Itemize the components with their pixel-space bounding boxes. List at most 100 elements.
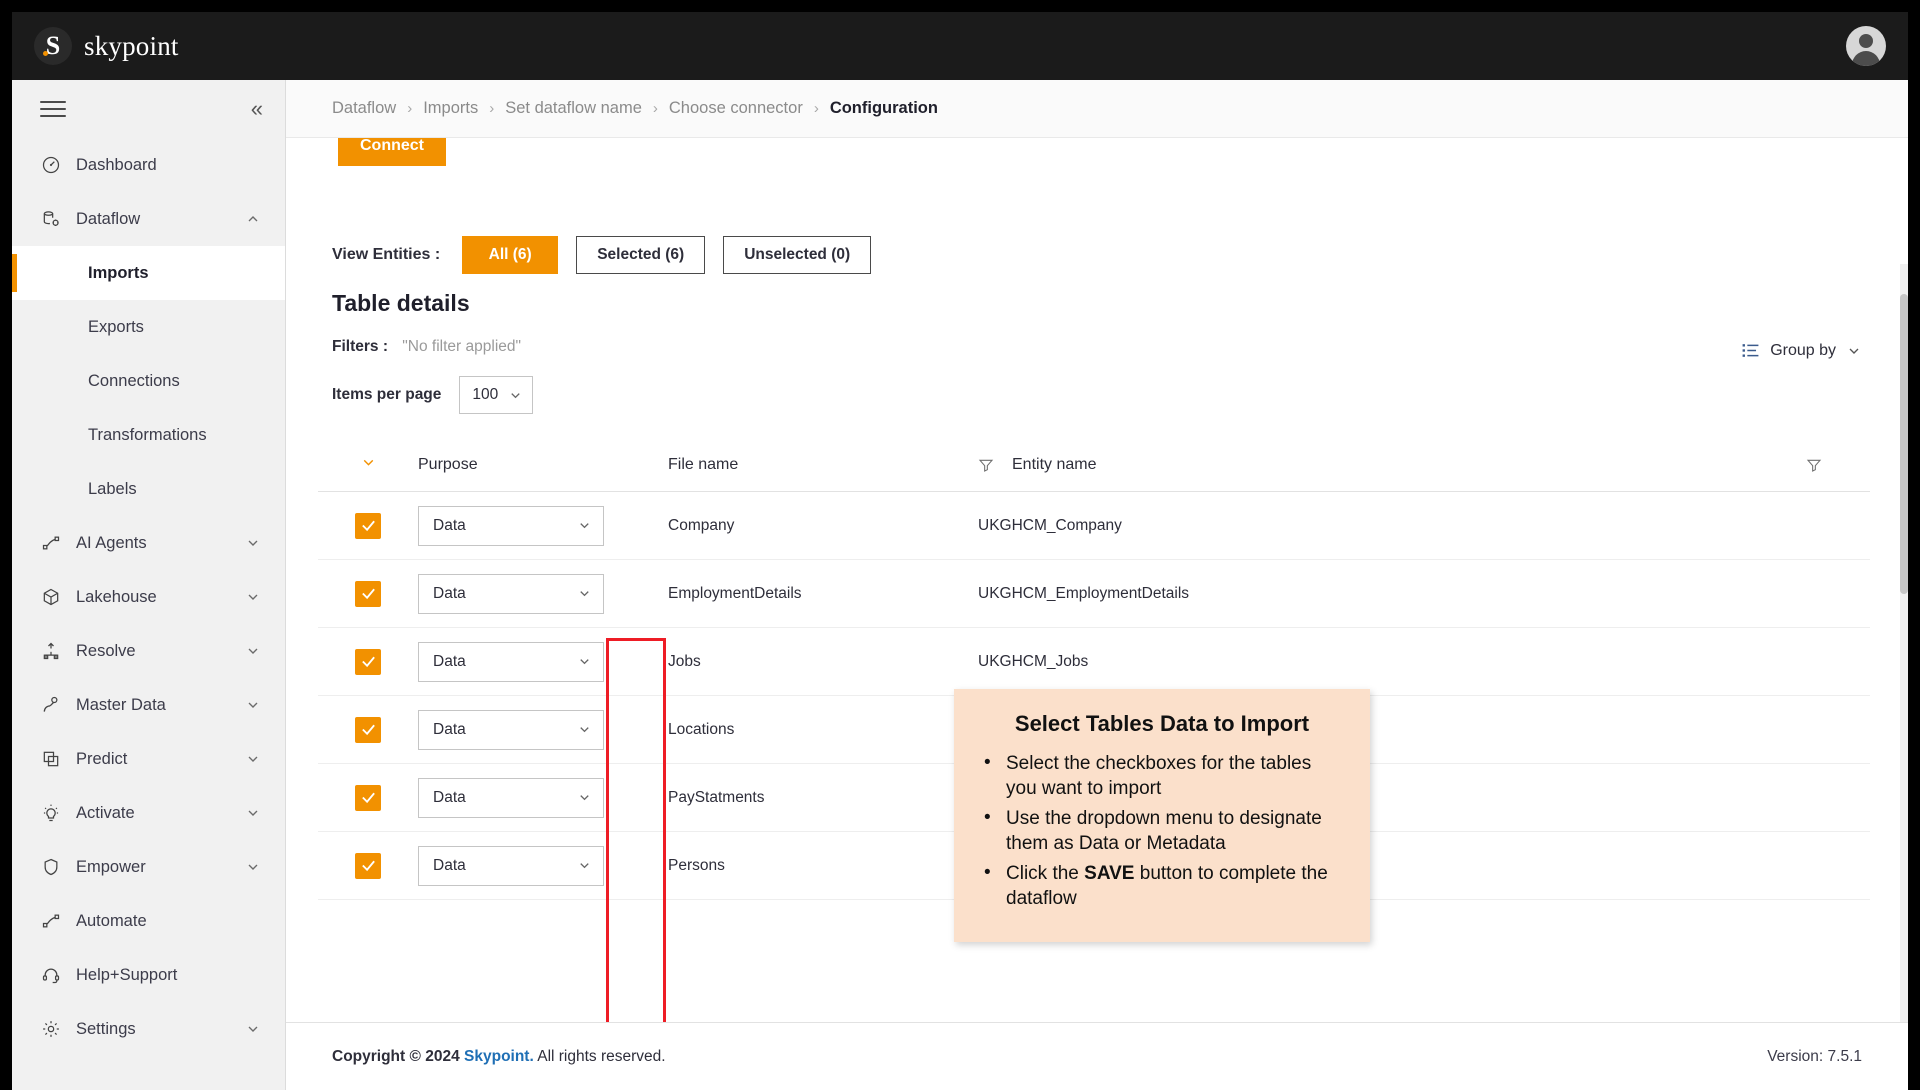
ai-agents-icon	[40, 532, 62, 554]
sidebar-item-label: AI Agents	[76, 533, 147, 552]
automate-icon	[40, 910, 62, 932]
purpose-value: Data	[433, 584, 466, 602]
purpose-select[interactable]: Data	[418, 845, 604, 886]
sidebar-item-dashboard[interactable]: Dashboard	[12, 138, 285, 192]
avatar-head	[1859, 34, 1873, 48]
logo-dot	[43, 51, 48, 56]
purpose-select[interactable]: Data	[418, 641, 604, 682]
sidebar-item-predict[interactable]: Predict	[12, 732, 285, 786]
filter-funnel-icon[interactable]	[978, 457, 994, 473]
row-checkbox[interactable]	[355, 784, 381, 811]
user-avatar-icon[interactable]	[1846, 26, 1886, 66]
row-checkbox[interactable]	[355, 852, 381, 879]
callout-title: Select Tables Data to Import	[1014, 711, 1310, 736]
sidebar-item-empower[interactable]: Empower	[12, 840, 285, 894]
chevron-down-icon	[1846, 343, 1862, 359]
row-checkbox-cell	[318, 716, 418, 743]
sidebar-item-dataflow[interactable]: Dataflow	[12, 192, 285, 246]
file-name-cell: PayStatments	[668, 788, 765, 806]
breadcrumb-item-imports[interactable]: Imports	[423, 99, 478, 118]
items-per-page-label: Items per page	[332, 386, 442, 403]
copyright-text: Copyright © 2024 Skypoint. All rights re…	[332, 1048, 666, 1066]
group-by-label: Group by	[1770, 341, 1836, 359]
breadcrumb-item-choose-connector[interactable]: Choose connector	[669, 99, 803, 118]
row-checkbox[interactable]	[355, 512, 381, 539]
breadcrumb-separator-icon: ›	[813, 100, 819, 117]
row-checkbox[interactable]	[355, 580, 381, 607]
purpose-cell: Data	[418, 777, 668, 818]
view-entities-label: View Entities :	[332, 246, 441, 263]
chevron-down-icon[interactable]	[245, 697, 261, 713]
group-by-button[interactable]: Group by	[1741, 341, 1862, 360]
purpose-select[interactable]: Data	[418, 573, 604, 614]
chevron-up-icon[interactable]	[245, 211, 261, 227]
hamburger-menu-icon[interactable]	[40, 96, 66, 122]
sidebar-item-labels[interactable]: Labels	[12, 462, 285, 516]
purpose-select[interactable]: Data	[418, 777, 604, 818]
purpose-cell: Data	[418, 641, 668, 682]
purpose-cell: Data	[418, 709, 668, 750]
row-checkbox[interactable]	[355, 648, 381, 675]
filter-tab-selected[interactable]: Selected (6)	[576, 236, 706, 274]
chevron-down-icon[interactable]	[245, 535, 261, 551]
purpose-select[interactable]: Data	[418, 709, 604, 750]
sidebar-item-transformations[interactable]: Transformations	[12, 408, 285, 462]
sidebar-item-activate[interactable]: Activate	[12, 786, 285, 840]
chevron-down-icon[interactable]	[245, 1021, 261, 1037]
scrollbar-thumb[interactable]	[1900, 294, 1908, 594]
brand-logo[interactable]: S skypoint	[34, 27, 179, 65]
connect-button[interactable]: Connect	[338, 138, 446, 166]
chevron-down-icon[interactable]	[245, 643, 261, 659]
sidebar-item-help-support[interactable]: Help+Support	[12, 948, 285, 1002]
sidebar-item-label: Master Data	[76, 695, 166, 714]
skypoint-link[interactable]: Skypoint.	[464, 1048, 534, 1065]
breadcrumb-item-dataflow[interactable]: Dataflow	[332, 99, 396, 118]
copy-squares-icon	[40, 748, 62, 770]
column-header-file-name-label: File name	[668, 455, 739, 473]
sidebar-item-lakehouse[interactable]: Lakehouse	[12, 570, 285, 624]
sidebar-item-label: Dashboard	[76, 155, 157, 174]
sidebar-item-ai-agents[interactable]: AI Agents	[12, 516, 285, 570]
purpose-select[interactable]: Data	[418, 505, 604, 546]
filter-tab-unselected[interactable]: Unselected (0)	[723, 236, 872, 274]
filter-funnel-icon[interactable]	[1806, 457, 1822, 473]
breadcrumb-item-set-dataflow-name[interactable]: Set dataflow name	[505, 99, 642, 118]
vertical-scrollbar[interactable]	[1900, 264, 1908, 1038]
sidebar-item-label: Settings	[76, 1019, 136, 1038]
sidebar-item-label: Dataflow	[76, 209, 141, 228]
sidebar-item-resolve[interactable]: Resolve	[12, 624, 285, 678]
sidebar-item-exports[interactable]: Exports	[12, 300, 285, 354]
purpose-value: Data	[433, 720, 466, 738]
dataflow-icon	[40, 208, 62, 230]
breadcrumb-item-configuration: Configuration	[829, 99, 938, 117]
select-all-chevron[interactable]	[318, 454, 418, 476]
chevron-down-icon[interactable]	[245, 751, 261, 767]
copyright-prefix: Copyright © 2024	[332, 1047, 460, 1065]
double-chevron-left-icon[interactable]: «	[251, 98, 263, 120]
items-per-page-value: 100	[472, 386, 499, 403]
sidebar-item-settings[interactable]: Settings	[12, 1002, 285, 1056]
logo-letter: S	[45, 31, 61, 60]
filter-tab-all[interactable]: All (6)	[462, 236, 559, 274]
top-bar: S skypoint	[12, 12, 1908, 80]
gauge-icon	[40, 154, 62, 176]
chevron-down-icon[interactable]	[245, 859, 261, 875]
row-checkbox[interactable]	[355, 716, 381, 743]
entity-name-cell: UKGHCM_Company	[978, 516, 1122, 534]
items-per-page-select[interactable]: 100	[459, 376, 534, 414]
sidebar-item-automate[interactable]: Automate	[12, 894, 285, 948]
file-name-cell: Persons	[668, 856, 725, 874]
purpose-value: Data	[433, 788, 466, 806]
main-content: Dataflow › Imports › Set dataflow name ›…	[286, 80, 1908, 1090]
callout-bullet: Click the SAVE button to complete the da…	[980, 860, 1344, 911]
chevron-down-icon[interactable]	[245, 589, 261, 605]
sidebar: « Dashboard Dataflow Imports Exports Con…	[12, 80, 286, 1090]
chevron-down-icon	[580, 863, 589, 869]
filters-value: "No filter applied"	[402, 338, 521, 355]
sidebar-item-label: Help+Support	[76, 965, 178, 984]
column-header-entity-name: Entity name	[978, 456, 1870, 474]
sidebar-item-imports[interactable]: Imports	[12, 246, 285, 300]
sidebar-item-connections[interactable]: Connections	[12, 354, 285, 408]
sidebar-item-master-data[interactable]: Master Data	[12, 678, 285, 732]
chevron-down-icon[interactable]	[245, 805, 261, 821]
